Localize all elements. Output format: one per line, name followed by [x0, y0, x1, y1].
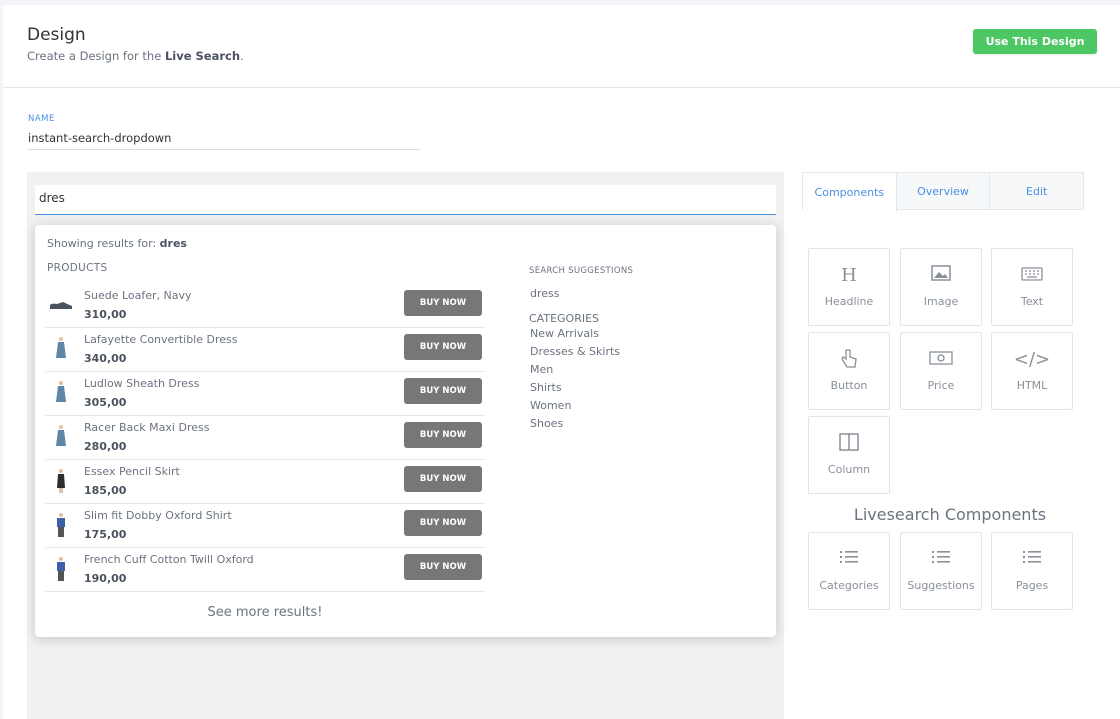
buy-now-button[interactable]: BUY NOW [404, 378, 482, 404]
component-button[interactable]: Button [808, 332, 890, 410]
product-price: 175,00 [84, 528, 127, 541]
buy-now-button[interactable]: BUY NOW [404, 290, 482, 316]
component-headline[interactable]: H Headline [808, 248, 890, 326]
buy-now-button[interactable]: BUY NOW [404, 334, 482, 360]
category-item[interactable]: New Arrivals [530, 327, 620, 345]
buy-now-button[interactable]: BUY NOW [404, 422, 482, 448]
dress-icon [49, 380, 73, 406]
component-label: Pages [1015, 579, 1049, 592]
category-item[interactable]: Shoes [530, 417, 620, 435]
product-name: Lafayette Convertible Dress [84, 333, 238, 346]
product-name: French Cuff Cotton Twill Oxford [84, 553, 254, 566]
list-icon [901, 549, 981, 571]
headline-icon: H [841, 265, 857, 286]
list-icon [992, 549, 1072, 571]
component-label: Text [1020, 295, 1044, 308]
search-input[interactable]: dres [35, 185, 776, 215]
product-price: 305,00 [84, 396, 127, 409]
product-name: Slim fit Dobby Oxford Shirt [84, 509, 232, 522]
products-heading: PRODUCTS [47, 262, 108, 274]
product-row[interactable]: Racer Back Maxi Dress 280,00 BUY NOW [45, 416, 485, 460]
component-text[interactable]: Text [991, 248, 1073, 326]
use-this-design-button[interactable]: Use This Design [973, 29, 1097, 54]
shirt-icon [49, 512, 73, 538]
component-html[interactable]: </> HTML [991, 332, 1073, 410]
categories-heading: CATEGORIES [529, 312, 600, 325]
component-label: HTML [1016, 379, 1048, 392]
showing-results-text: Showing results for: dres [47, 237, 187, 250]
component-pages[interactable]: Pages [991, 532, 1073, 610]
product-price: 280,00 [84, 440, 127, 453]
shirt-icon [49, 556, 73, 582]
buy-now-button[interactable]: BUY NOW [404, 466, 482, 492]
search-results-dropdown: Showing results for: dres PRODUCTS Suede… [35, 225, 776, 637]
product-row[interactable]: Ludlow Sheath Dress 305,00 BUY NOW [45, 372, 485, 416]
name-label: NAME [28, 114, 55, 124]
product-row[interactable]: Suede Loafer, Navy 310,00 BUY NOW [45, 284, 485, 328]
component-label: Categories [819, 579, 879, 592]
code-icon: </> [1013, 349, 1051, 370]
buy-now-button[interactable]: BUY NOW [404, 554, 482, 580]
suggestion-item[interactable]: dress [530, 287, 560, 300]
component-label: Button [830, 379, 868, 392]
product-price: 310,00 [84, 308, 127, 321]
product-name: Racer Back Maxi Dress [84, 421, 210, 434]
money-icon [901, 349, 981, 371]
product-row[interactable]: Slim fit Dobby Oxford Shirt 175,00 BUY NOW [45, 504, 485, 548]
product-name: Essex Pencil Skirt [84, 465, 180, 478]
component-label: Price [927, 379, 955, 392]
skirt-icon [49, 468, 73, 494]
component-label: Image [923, 295, 959, 308]
product-name: Suede Loafer, Navy [84, 289, 192, 302]
category-item[interactable]: Shirts [530, 381, 620, 399]
product-row[interactable]: French Cuff Cotton Twill Oxford 190,00 BUY… [45, 548, 485, 592]
component-label: Suggestions [907, 579, 975, 592]
component-column[interactable]: Column [808, 416, 890, 494]
product-name: Ludlow Sheath Dress [84, 377, 200, 390]
product-price: 185,00 [84, 484, 127, 497]
image-icon [901, 265, 981, 287]
name-input[interactable]: instant-search-dropdown [28, 131, 420, 150]
buy-now-button[interactable]: BUY NOW [404, 510, 482, 536]
component-price[interactable]: Price [900, 332, 982, 410]
panel-tabs: Components Overview Edit [802, 172, 1084, 212]
column-icon [809, 433, 889, 455]
categories-list: New Arrivals Dresses & Skirts Men Shirts Wom… [530, 327, 620, 435]
design-page: Design Create a Design for the Live Sear… [3, 5, 1120, 719]
page-subtitle: Create a Design for the Live Search. [27, 49, 244, 63]
search-suggestions-heading: SEARCH SUGGESTIONS [529, 266, 634, 276]
shoe-icon [49, 292, 73, 318]
component-image[interactable]: Image [900, 248, 982, 326]
category-item[interactable]: Men [530, 363, 620, 381]
pointer-icon [809, 349, 889, 371]
product-row[interactable]: Essex Pencil Skirt 185,00 BUY NOW [45, 460, 485, 504]
category-item[interactable]: Women [530, 399, 620, 417]
component-suggestions[interactable]: Suggestions [900, 532, 982, 610]
product-price: 190,00 [84, 572, 127, 585]
component-label: Headline [824, 295, 874, 308]
product-row[interactable]: Lafayette Convertible Dress 340,00 BUY NOW [45, 328, 485, 372]
page-title: Design [27, 25, 86, 45]
keyboard-icon [992, 265, 1072, 287]
dress-icon [49, 424, 73, 450]
component-label: Column [827, 463, 871, 476]
tab-overview[interactable]: Overview [897, 173, 991, 209]
tab-edit[interactable]: Edit [990, 173, 1083, 209]
tab-components[interactable]: Components [803, 173, 897, 212]
dress-icon [49, 336, 73, 362]
livesearch-components-title: Livesearch Components [853, 505, 1047, 524]
page-header: Design Create a Design for the Live Sear… [3, 5, 1120, 88]
list-icon [809, 549, 889, 571]
see-more-results-link[interactable]: See more results! [35, 605, 495, 620]
products-list: Suede Loafer, Navy 310,00 BUY NOW Lafayette… [45, 284, 485, 592]
component-categories[interactable]: Categories [808, 532, 890, 610]
product-price: 340,00 [84, 352, 127, 365]
category-item[interactable]: Dresses & Skirts [530, 345, 620, 363]
